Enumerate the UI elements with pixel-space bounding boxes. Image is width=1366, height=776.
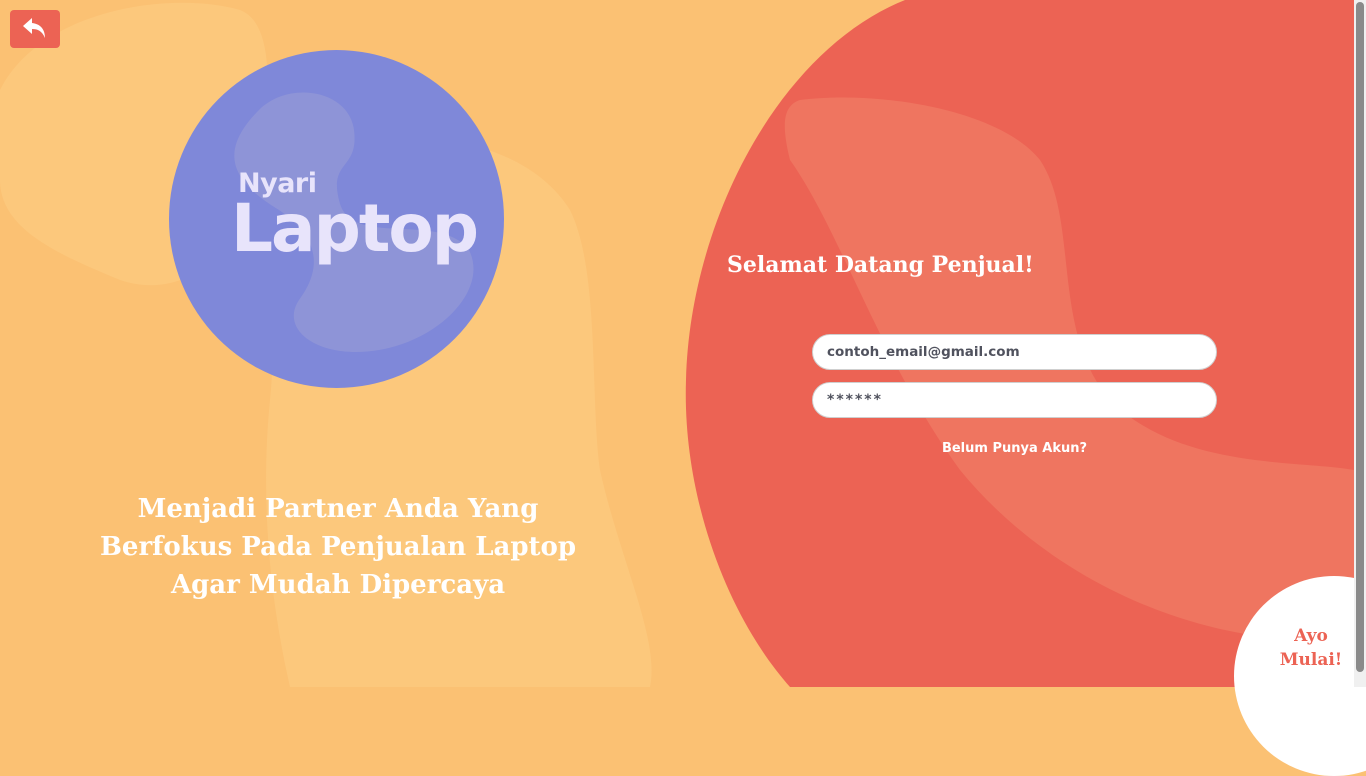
signup-link[interactable]: Belum Punya Akun? — [812, 441, 1217, 456]
tagline-line-3: Agar Mudah Dipercaya — [170, 570, 506, 600]
scrollbar-thumb[interactable] — [1356, 2, 1364, 672]
email-field[interactable] — [812, 334, 1217, 370]
logo-text-big: Laptop — [231, 190, 479, 267]
tagline-line-1: Menjadi Partner Anda Yang — [137, 494, 539, 524]
tagline-line-2: Berfokus Pada Penjualan Laptop — [99, 532, 577, 562]
start-button-label: Ayo Mulai! — [1276, 624, 1346, 672]
start-button-line-2: Mulai! — [1279, 650, 1343, 670]
login-title: Selamat Datang Penjual! — [727, 252, 1034, 278]
scrollbar[interactable] — [1354, 0, 1366, 687]
undo-arrow-icon — [23, 18, 45, 38]
start-button-line-1: Ayo — [1294, 626, 1328, 646]
tagline: Menjadi Partner Anda Yang Berfokus Pada … — [98, 490, 578, 604]
password-field[interactable] — [812, 382, 1217, 418]
back-button[interactable] — [10, 10, 60, 48]
